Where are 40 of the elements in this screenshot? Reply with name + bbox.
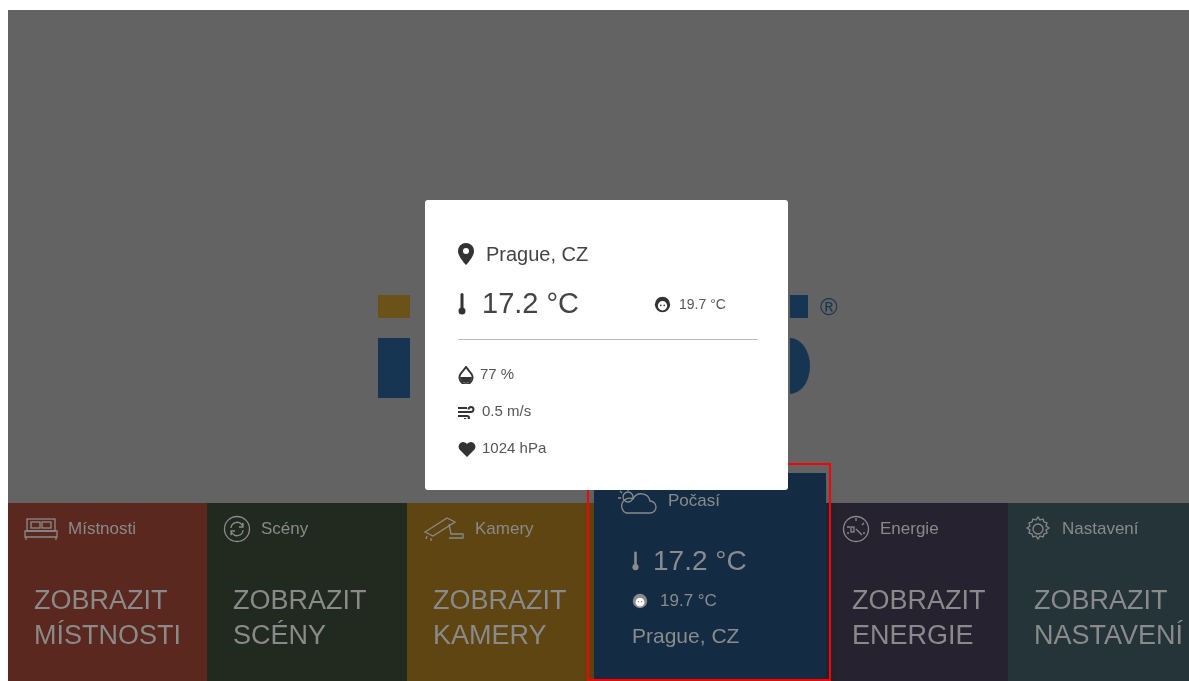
gauge-icon (842, 515, 870, 543)
registered-mark: ® (820, 292, 838, 322)
refresh-icon (223, 515, 251, 543)
temperature-text: 17.2 °C (653, 544, 747, 578)
temperature-text: 17.2 °C (482, 286, 580, 322)
location-text: Prague, CZ (486, 242, 589, 267)
tile-label: Energie (880, 518, 939, 541)
wind-icon (458, 404, 476, 419)
energy-tile[interactable]: Energie ZOBRAZIT ENERGIE (826, 503, 1008, 681)
location-text: Prague, CZ (632, 622, 741, 649)
humidity-text: 77 % (480, 364, 515, 385)
tile-label: Nastavení (1062, 518, 1139, 541)
rooms-tile[interactable]: Místnosti ZOBRAZIT MÍSTNOSTI (8, 503, 207, 681)
show-link[interactable]: ZOBRAZIT SCÉNY (233, 583, 366, 653)
show-link[interactable]: ZOBRAZIT ENERGIE (852, 583, 985, 653)
tile-label: Počasí (668, 490, 720, 513)
drop-icon (458, 365, 474, 384)
thermometer-icon (632, 551, 639, 571)
scenes-tile[interactable]: Scény ZOBRAZIT SCÉNY (207, 503, 407, 681)
pressure-text: 1024 hPa (482, 438, 547, 459)
bed-icon (24, 517, 58, 541)
heart-icon (458, 440, 476, 457)
show-link[interactable]: ZOBRAZIT NASTAVENÍ (1034, 583, 1184, 653)
camera-icon (423, 516, 465, 542)
tile-label: Místnosti (68, 518, 137, 541)
tile-label: Kamery (475, 518, 534, 541)
face-icon (632, 592, 648, 609)
feels-like-text: 19.7 °C (679, 294, 726, 314)
thermometer-icon (458, 293, 466, 315)
show-link[interactable]: ZOBRAZIT KAMERY (433, 583, 566, 653)
settings-tile[interactable]: Nastavení ZOBRAZIT NASTAVENÍ (1008, 503, 1189, 681)
feels-like-text: 19.7 °C (660, 590, 717, 612)
cloud-sun-icon (616, 487, 658, 515)
wind-text: 0.5 m/s (482, 401, 532, 422)
tile-label: Scény (261, 518, 309, 541)
show-link[interactable]: ZOBRAZIT MÍSTNOSTI (34, 583, 181, 653)
weather-tile[interactable]: Počasí 17.2 °C 19.7 °C Prague, CZ (594, 473, 826, 681)
face-icon (654, 295, 671, 313)
location-pin-icon (458, 243, 474, 265)
cameras-tile[interactable]: Kamery ZOBRAZIT KAMERY (407, 503, 594, 681)
